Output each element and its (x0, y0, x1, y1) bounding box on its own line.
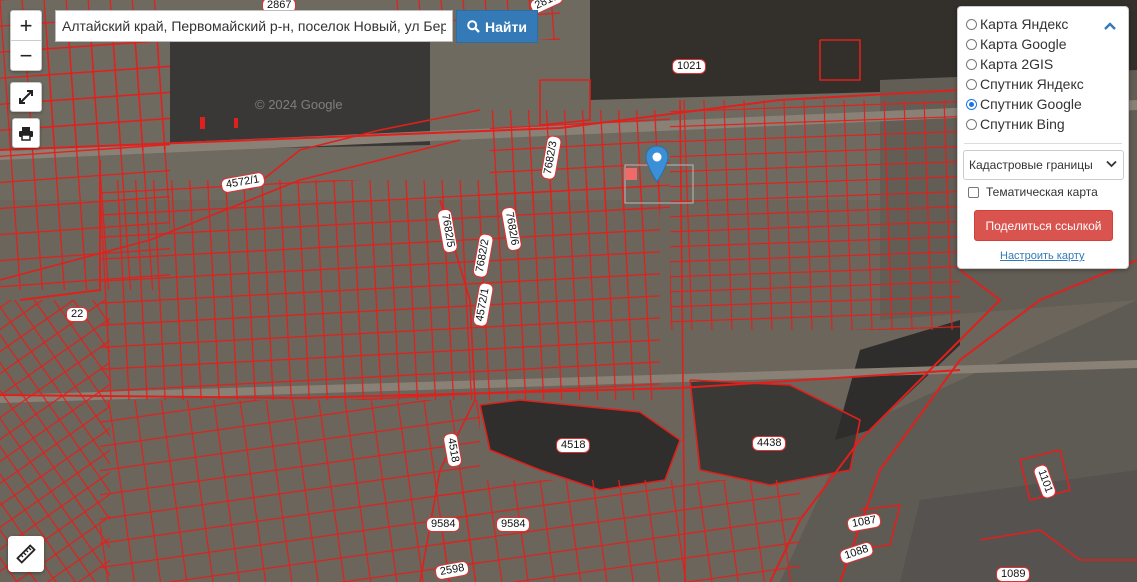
checkbox[interactable] (968, 186, 979, 198)
magnifier-icon (467, 20, 480, 33)
overlay-select[interactable]: Кадастровые границы (963, 150, 1124, 180)
divider (964, 143, 1122, 144)
plot-label: 1021 (672, 59, 707, 74)
measure-button[interactable] (8, 536, 44, 572)
thematic-map-label: Тематическая карта (986, 185, 1098, 199)
radio-button[interactable] (966, 18, 977, 30)
configure-map-link[interactable]: Настроить карту (1000, 250, 1085, 262)
plot-label: 9584 (426, 517, 461, 532)
zoom-in-button[interactable]: + (11, 11, 41, 40)
layer-option-bing-satellite[interactable]: Спутник Bing (966, 114, 1065, 134)
layer-option-2gis-map[interactable]: Карта 2GIS (966, 54, 1053, 74)
zoom-out-button[interactable]: − (11, 40, 41, 70)
chevron-down-icon (1106, 160, 1117, 168)
fullscreen-button[interactable] (10, 82, 42, 112)
plot-label: 4518 (556, 438, 591, 453)
radio-button[interactable] (966, 38, 977, 50)
radio-button[interactable] (966, 58, 977, 70)
layer-option-label: Спутник Яндекс (980, 76, 1084, 92)
search-button-label: Найти (485, 18, 527, 35)
layer-option-google-satellite[interactable]: Спутник Google (966, 94, 1082, 114)
printer-icon (13, 119, 39, 147)
ruler-icon (16, 544, 36, 564)
radio-button[interactable] (966, 118, 977, 130)
radio-button[interactable] (966, 78, 977, 90)
layer-option-label: Карта 2GIS (980, 56, 1054, 72)
thematic-map-toggle[interactable]: Тематическая карта (968, 185, 1098, 199)
layer-option-label: Карта Google (980, 36, 1067, 52)
chevron-up-icon[interactable] (1104, 17, 1116, 35)
layer-option-label: Карта Яндекс (980, 16, 1069, 32)
plot-label: 4438 (752, 436, 787, 451)
imagery-watermark: © 2024 Google (255, 97, 343, 112)
print-button[interactable] (12, 118, 40, 148)
layer-option-yandex-satellite[interactable]: Спутник Яндекс (966, 74, 1084, 94)
layer-option-label: Спутник Bing (980, 116, 1065, 132)
layer-option-label: Спутник Google (980, 96, 1082, 112)
overlay-select-value: Кадастровые границы (969, 158, 1093, 172)
zoom-control: + − (10, 10, 42, 71)
address-search-input[interactable] (55, 10, 453, 42)
plot-label: 22 (66, 307, 89, 322)
radio-button-selected[interactable] (966, 98, 977, 110)
layer-option-yandex-map[interactable]: Карта Яндекс (966, 14, 1068, 34)
share-link-button[interactable]: Поделиться ссылкой (974, 210, 1113, 241)
plot-label: 1089 (996, 567, 1031, 582)
layer-option-google-map[interactable]: Карта Google (966, 34, 1067, 54)
map-pin-icon[interactable] (645, 145, 669, 188)
search-button[interactable]: Найти (456, 10, 538, 43)
layer-panel: Карта Яндекс Карта Google Карта 2GIS Спу… (957, 6, 1129, 269)
expand-icon (11, 83, 41, 111)
plot-label: 9584 (496, 517, 531, 532)
